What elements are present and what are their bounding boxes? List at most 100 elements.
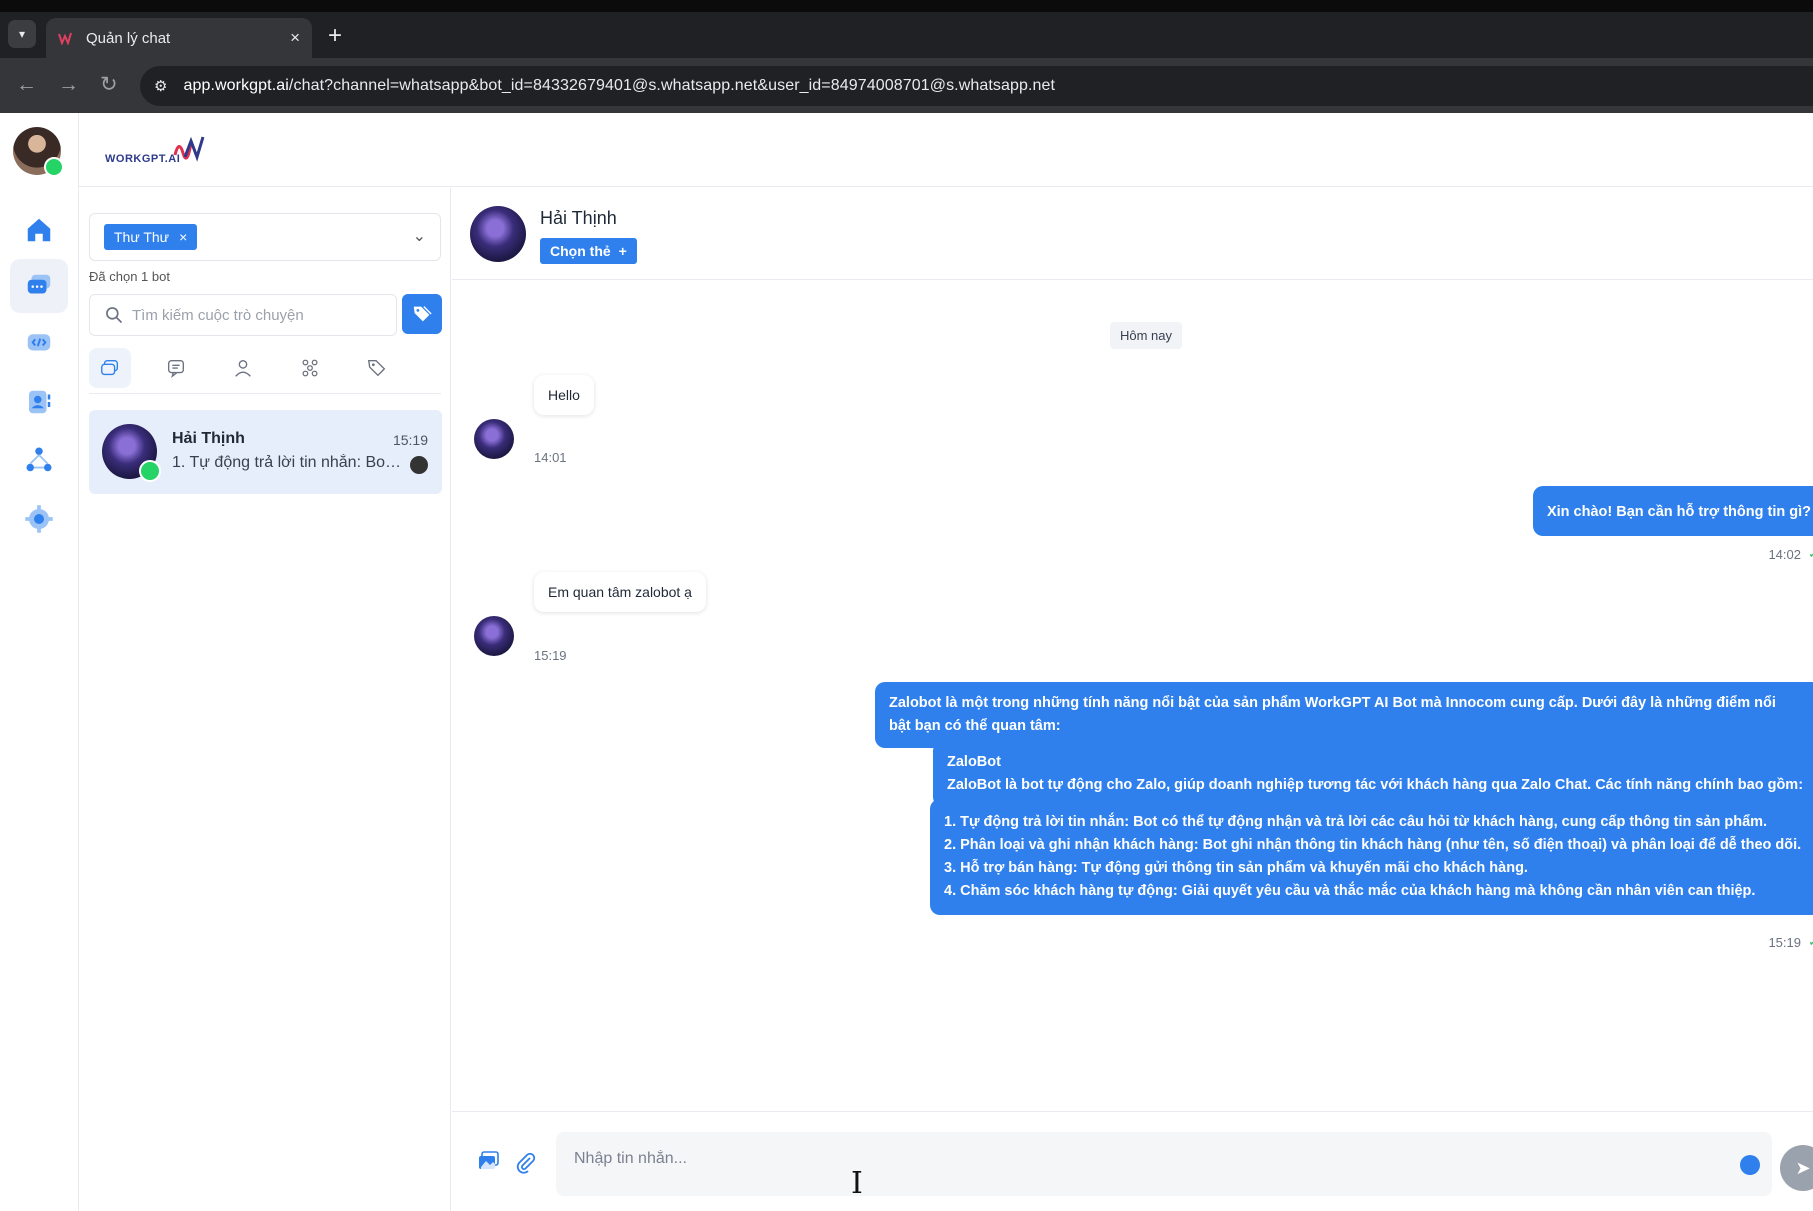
chat-panel: Hải Thịnh Chọn thẻ + Hôm nay Hello 14:01… xyxy=(452,188,1813,1211)
emoji-icon[interactable] xyxy=(1740,1155,1760,1175)
nav-code[interactable] xyxy=(10,316,68,370)
nav-chat[interactable] xyxy=(10,259,68,313)
messages-icon xyxy=(167,359,185,379)
selected-bot-count: Đã chọn 1 bot xyxy=(89,269,170,284)
message-input-box[interactable]: I xyxy=(556,1132,1772,1201)
bot-chip-label: Thư Thư xyxy=(114,229,170,245)
message-line: Zalobot là một trong những tính năng nổi… xyxy=(889,695,1776,711)
text-cursor-icon: I xyxy=(851,1166,863,1201)
reload-icon[interactable]: ↻ xyxy=(100,72,118,98)
tag-filter-button[interactable] xyxy=(402,294,442,334)
chat-header: Hải Thịnh Chọn thẻ + xyxy=(452,188,1813,280)
attach-image-button[interactable] xyxy=(475,1147,503,1175)
conversation-name: Hải Thịnh xyxy=(172,430,245,447)
user-icon xyxy=(235,359,251,377)
integrations-icon xyxy=(26,447,52,472)
bot-chip[interactable]: Thư Thư × xyxy=(104,224,198,250)
message-composer: I ➤ xyxy=(452,1111,1813,1211)
message-line: ZaloBot là bot tự động cho Zalo, giúp do… xyxy=(947,777,1804,793)
group-icon xyxy=(302,359,318,377)
filter-groups[interactable] xyxy=(289,348,331,388)
app-root: WORKGPT.AI Thư Thư × ⌄ Đã chọn 1 bot Tìm… xyxy=(0,113,1813,1211)
filter-all[interactable] xyxy=(89,348,131,388)
message-input[interactable] xyxy=(574,1150,1694,1168)
browser-tab[interactable]: Quản lý chat × xyxy=(46,18,312,58)
contact-name: Hải Thịnh xyxy=(540,208,617,228)
message-line: 4. Chăm sóc khách hàng tự động: Giải quy… xyxy=(944,883,1756,899)
code-icon xyxy=(27,334,51,351)
nav-settings[interactable] xyxy=(10,492,68,546)
outgoing-message: Zalobot là một trong những tính năng nổi… xyxy=(875,682,1813,748)
day-separator: Hôm nay xyxy=(1110,322,1183,349)
conversation-filters xyxy=(89,344,441,394)
search-icon xyxy=(106,307,123,324)
user-avatar[interactable] xyxy=(13,127,64,177)
choose-tag-label: Chọn thẻ xyxy=(550,243,611,259)
url-host: app.workgpt.ai xyxy=(183,77,289,94)
message-time: 14:01 xyxy=(534,450,567,465)
paperclip-icon xyxy=(516,1152,536,1174)
tab-title: Quản lý chat xyxy=(86,29,171,47)
tab-close-icon[interactable]: × xyxy=(290,28,300,48)
contacts-icon xyxy=(29,390,51,414)
forward-icon[interactable]: → xyxy=(58,72,79,98)
app-header: WORKGPT.AI xyxy=(79,113,1813,187)
outgoing-message: Xin chào! Bạn cần hỗ trợ thông tin gì? xyxy=(1532,486,1813,536)
conversation-sidebar: Thư Thư × ⌄ Đã chọn 1 bot Tìm kiếm cuộc … xyxy=(79,188,451,1211)
address-bar[interactable]: ⚙ app.workgpt.ai/chat?channel=whatsapp&b… xyxy=(140,66,1813,106)
sender-avatar xyxy=(474,419,514,459)
url-text: app.workgpt.ai/chat?channel=whatsapp&bot… xyxy=(183,77,1055,95)
whatsapp-badge-icon xyxy=(139,460,161,482)
choose-tag-button[interactable]: Chọn thẻ + xyxy=(540,238,637,264)
message-line: 3. Hỗ trợ bán hàng: Tự động gửi thông ti… xyxy=(944,860,1528,876)
settings-icon xyxy=(25,505,53,533)
message-time: 15:19 xyxy=(1768,935,1801,950)
conversation-time: 15:19 xyxy=(392,432,428,448)
new-tab-icon[interactable]: + xyxy=(328,24,342,48)
incoming-message: Hello xyxy=(534,375,594,415)
message-line: 2. Phân loại và ghi nhận khách hàng: Bot… xyxy=(944,837,1802,853)
chat-icon xyxy=(27,274,51,294)
nav-integrations[interactable] xyxy=(10,433,68,487)
filter-messages[interactable] xyxy=(155,348,197,388)
remove-bot-icon[interactable]: × xyxy=(179,229,187,245)
message-line: ZaloBot xyxy=(947,754,1001,770)
attach-file-button[interactable] xyxy=(512,1149,540,1177)
conversation-preview: 1. Tự động trả lời tin nhắn: Bot có thể … xyxy=(172,454,404,471)
url-path: /chat?channel=whatsapp&bot_id=8433267940… xyxy=(288,77,1056,94)
workgpt-logo[interactable]: WORKGPT.AI xyxy=(105,133,215,173)
nav-home[interactable] xyxy=(10,203,68,257)
outgoing-message: 1. Tự động trả lời tin nhắn: Bot có thể … xyxy=(930,799,1813,915)
site-settings-icon[interactable]: ⚙ xyxy=(154,77,167,95)
bot-selector[interactable]: Thư Thư × ⌄ xyxy=(89,213,441,261)
message-time: 15:19 xyxy=(534,648,567,663)
delivered-check-icon: ✓ xyxy=(1808,934,1813,950)
send-icon: ➤ xyxy=(1795,1157,1811,1178)
workgpt-favicon-icon xyxy=(58,32,72,45)
tag-icon xyxy=(367,359,386,377)
chevron-down-icon[interactable]: ⌄ xyxy=(413,226,426,246)
search-input[interactable] xyxy=(132,306,372,324)
all-chats-icon xyxy=(101,359,119,376)
search-box[interactable] xyxy=(89,294,397,336)
nav-contacts[interactable] xyxy=(10,375,68,429)
message-line: 1. Tự động trả lời tin nhắn: Bot có thể … xyxy=(944,814,1768,830)
back-icon[interactable]: ← xyxy=(16,72,37,98)
image-icon xyxy=(479,1151,499,1169)
plus-icon: + xyxy=(618,243,627,259)
contact-avatar xyxy=(102,424,161,482)
nav-rail xyxy=(0,113,79,1211)
tab-search-chevron-icon[interactable]: ▾ xyxy=(8,20,36,48)
filter-personal[interactable] xyxy=(222,348,264,388)
send-button[interactable]: ➤ xyxy=(1780,1145,1813,1191)
filter-tagged[interactable] xyxy=(356,348,398,388)
whatsapp-badge-icon xyxy=(44,157,64,177)
sender-avatar xyxy=(474,616,514,656)
outgoing-message: ZaloBot ZaloBot là bot tự động cho Zalo,… xyxy=(933,741,1813,807)
home-icon xyxy=(27,218,51,242)
agent-avatar xyxy=(410,456,428,474)
incoming-message: Em quan tâm zalobot ạ xyxy=(534,572,706,612)
conversation-item[interactable]: Hải Thịnh 15:19 1. Tự động trả lời tin n… xyxy=(89,410,442,494)
logo-wordmark: WORKGPT.AI xyxy=(105,153,181,165)
message-time: 14:02 xyxy=(1768,547,1801,562)
